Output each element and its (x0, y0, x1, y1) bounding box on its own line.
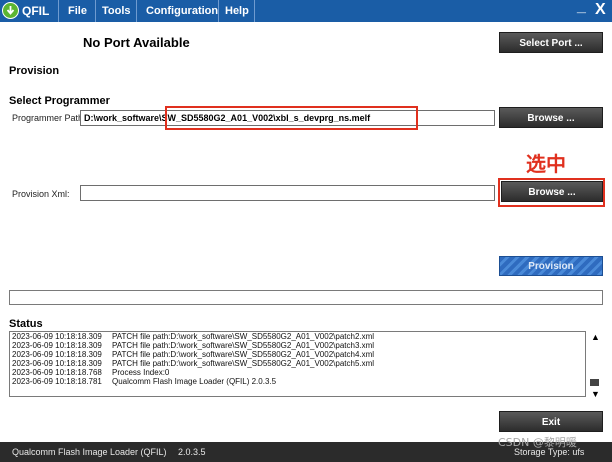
watermark: CSDN @黎明暖 (498, 436, 577, 449)
menu-divider (254, 0, 255, 22)
progress-bar (9, 290, 603, 305)
select-programmer-title: Select Programmer (9, 95, 110, 107)
highlight-box (498, 178, 605, 207)
highlight-box (165, 106, 418, 130)
log-row: 2023-06-09 10:18:18.768 Process Index:0 (10, 368, 585, 377)
menu-divider (218, 0, 219, 22)
log-message: Qualcomm Flash Image Loader (QFIL) 2.0.3… (112, 377, 277, 386)
log-row: 2023-06-09 10:18:18.781 Qualcomm Flash Im… (10, 377, 585, 386)
status-title: Status (9, 318, 43, 330)
log-row: 2023-06-09 10:18:18.309 PATCH file path:D… (10, 341, 585, 350)
minimize-button[interactable]: _ (577, 0, 586, 16)
menu-file[interactable]: File (68, 5, 87, 17)
scroll-down-icon[interactable]: ▼ (591, 389, 600, 399)
close-button[interactable]: X (595, 1, 606, 19)
menu-divider (95, 0, 96, 22)
log-time: 2023-06-09 10:18:18.309 (12, 350, 102, 359)
log-time: 2023-06-09 10:18:18.781 (12, 377, 102, 386)
log-message: PATCH file path:D:\work_software\SW_SD55… (112, 359, 375, 368)
log-time: 2023-06-09 10:18:18.309 (12, 341, 102, 350)
menu-configuration[interactable]: Configuration (146, 5, 218, 17)
menu-help[interactable]: Help (225, 5, 249, 17)
scroll-up-icon[interactable]: ▲ (591, 332, 600, 342)
log-message: Process Index:0 (112, 368, 170, 377)
scrollbar-thumb[interactable] (590, 379, 599, 386)
menu-divider (136, 0, 137, 22)
log-time: 2023-06-09 10:18:18.309 (12, 332, 102, 341)
provision-xml-input[interactable] (80, 185, 495, 201)
statusbar-version: 2.0.3.5 (178, 447, 206, 457)
qfil-logo-icon (2, 2, 19, 19)
menu-divider (58, 0, 59, 22)
log-time: 2023-06-09 10:18:18.309 (12, 359, 102, 368)
log-message: PATCH file path:D:\work_software\SW_SD55… (112, 341, 375, 350)
log-row: 2023-06-09 10:18:18.309 PATCH file path:D… (10, 350, 585, 359)
app-title: QFIL (22, 4, 50, 18)
log-row: 2023-06-09 10:18:18.309 PATCH file path:D… (10, 332, 585, 341)
log-message: PATCH file path:D:\work_software\SW_SD55… (112, 332, 375, 341)
select-port-button[interactable]: Select Port ... (499, 32, 603, 53)
menu-tools[interactable]: Tools (102, 5, 131, 17)
provision-button[interactable]: Provision (499, 256, 603, 276)
log-row: 2023-06-09 10:18:18.309 PATCH file path:D… (10, 359, 585, 368)
log-message: PATCH file path:D:\work_software\SW_SD55… (112, 350, 375, 359)
title-bar: QFIL File Tools Configuration Help _ X (0, 0, 612, 22)
log-time: 2023-06-09 10:18:18.768 (12, 368, 102, 377)
port-status: No Port Available (83, 35, 190, 50)
programmer-path-label: Programmer Path (12, 113, 84, 123)
status-log[interactable]: 2023-06-09 10:18:18.309 PATCH file path:D… (9, 331, 586, 397)
annotation-label: 选中 (526, 152, 566, 176)
programmer-browse-button[interactable]: Browse ... (499, 107, 603, 128)
provision-section-title: Provision (9, 65, 60, 77)
statusbar-app-name: Qualcomm Flash Image Loader (QFIL) (12, 447, 167, 457)
provision-xml-label: Provision Xml: (12, 189, 70, 199)
exit-button[interactable]: Exit (499, 411, 603, 432)
